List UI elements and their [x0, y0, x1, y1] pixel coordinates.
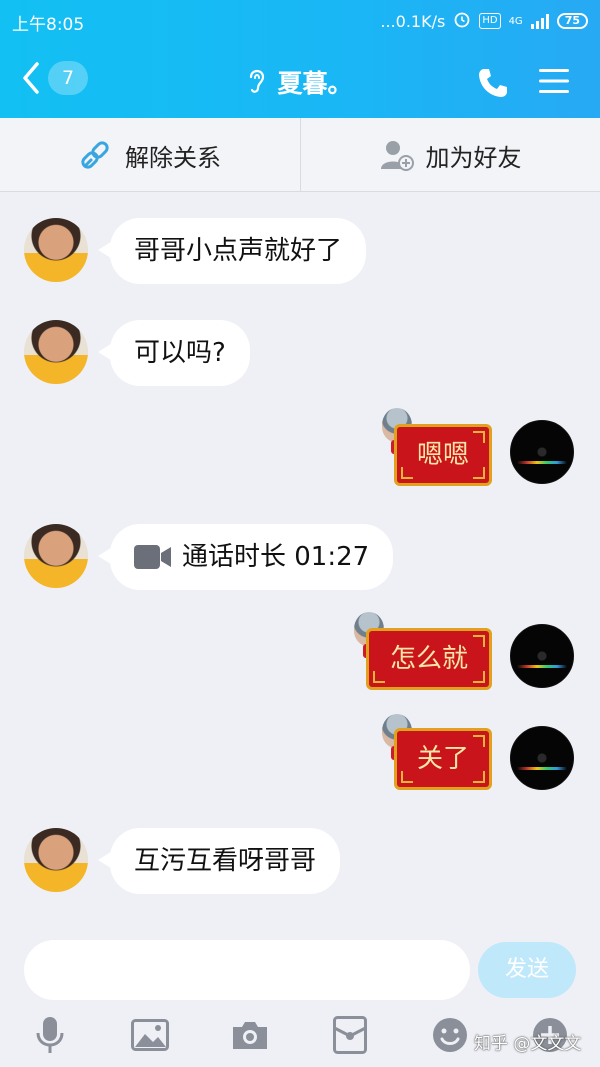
message-text: 关了	[416, 744, 469, 774]
contact-avatar[interactable]	[24, 218, 88, 282]
message-bubble[interactable]: 互污互看呀哥哥	[97, 828, 341, 894]
chat-title: 夏暮。	[0, 64, 600, 101]
send-button[interactable]: 发送	[478, 942, 576, 998]
message-text: 互污互看呀哥哥	[134, 846, 317, 876]
input-bar: 发送 知乎 @文文文	[0, 922, 600, 1067]
camera-icon[interactable]	[230, 1014, 270, 1056]
message-input[interactable]	[24, 940, 470, 1000]
watermark: 知乎 @文文文	[474, 1034, 582, 1054]
contact-avatar[interactable]	[24, 524, 88, 588]
hd-badge: HD	[479, 13, 501, 29]
message-bubble-red[interactable]: 怎么就	[366, 628, 492, 690]
unbind-label: 解除关系	[125, 143, 221, 172]
red-packet-icon[interactable]	[330, 1014, 370, 1056]
top-bar: 上午8:05 ...0.1K/s HD 4G 75 7 夏暮。	[0, 0, 600, 118]
add-user-icon	[380, 141, 414, 171]
signal-icon	[530, 13, 549, 29]
message-bubble-red[interactable]: 嗯嗯	[394, 424, 492, 486]
my-avatar[interactable]	[510, 420, 574, 484]
contact-name: 夏暮。	[277, 69, 353, 98]
message-text: 通话时长 01:27	[182, 542, 370, 572]
broken-link-icon	[81, 138, 109, 169]
alarm-icon	[453, 10, 471, 32]
network-type: 4G	[508, 15, 523, 27]
mic-icon[interactable]	[30, 1014, 70, 1056]
phone-button[interactable]	[476, 66, 510, 104]
image-icon[interactable]	[130, 1014, 170, 1056]
contact-avatar[interactable]	[24, 828, 88, 892]
video-call-bubble[interactable]: 通话时长 01:27	[97, 524, 394, 590]
my-avatar[interactable]	[510, 624, 574, 688]
ear-icon	[247, 67, 267, 101]
network-speed: ...0.1K/s	[380, 11, 446, 31]
message-text: 可以吗?	[134, 338, 226, 368]
video-camera-icon	[134, 545, 171, 569]
add-friend-label: 加为好友	[425, 143, 522, 172]
emoji-icon[interactable]	[430, 1014, 470, 1056]
message-text: 嗯嗯	[416, 440, 469, 470]
message-bubble[interactable]: 可以吗?	[98, 320, 250, 386]
hamburger-icon	[539, 69, 569, 93]
my-avatar[interactable]	[510, 726, 574, 790]
contact-avatar[interactable]	[24, 320, 88, 384]
add-friend-button[interactable]: 加为好友	[300, 118, 600, 192]
status-bar: 上午8:05 ...0.1K/s HD 4G 75	[0, 0, 600, 40]
relation-action-bar: 解除关系 加为好友	[0, 118, 600, 192]
menu-button[interactable]	[539, 68, 569, 98]
status-time: 上午8:05	[12, 15, 85, 35]
unbind-button[interactable]: 解除关系	[0, 118, 300, 192]
chat-header: 7 夏暮。	[0, 40, 600, 118]
battery-icon: 75	[556, 13, 588, 29]
status-icons: ...0.1K/s HD 4G 75	[380, 10, 588, 32]
phone-icon	[479, 69, 507, 97]
message-text: 哥哥小点声就好了	[134, 236, 343, 266]
message-bubble[interactable]: 哥哥小点声就好了	[97, 218, 367, 284]
message-bubble-red[interactable]: 关了	[394, 728, 492, 790]
message-text: 怎么就	[389, 644, 468, 674]
